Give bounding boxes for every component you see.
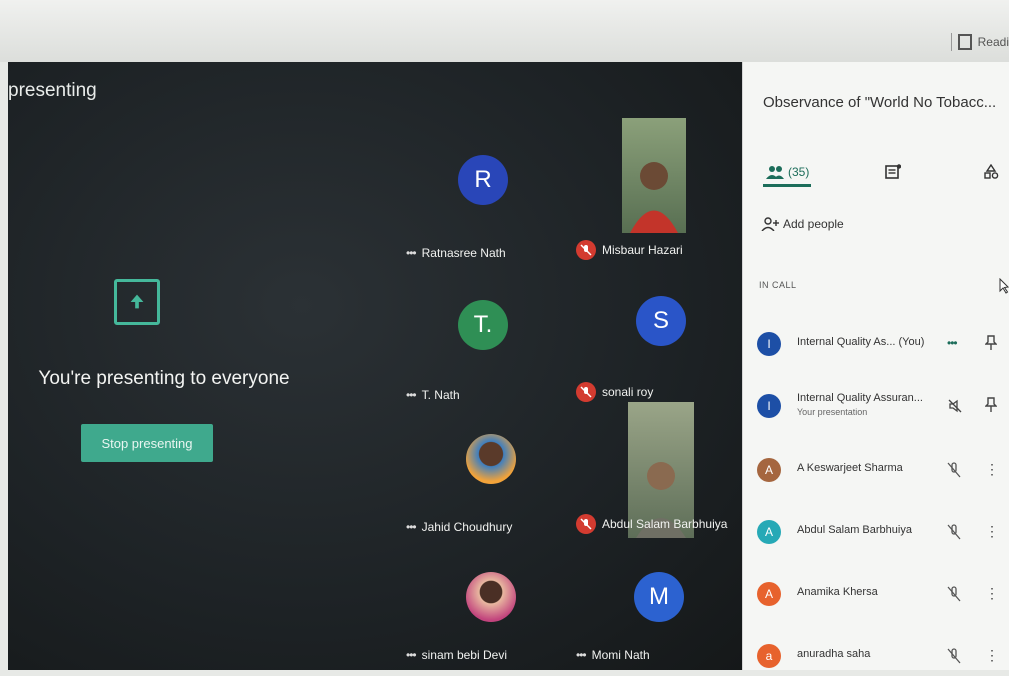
kebab-menu-icon[interactable]: ⋮ (985, 523, 999, 540)
participant-photo (466, 572, 516, 622)
more-options-icon[interactable]: ••• (406, 246, 417, 260)
participant-avatar: A (757, 458, 781, 482)
present-screen-icon (114, 279, 160, 325)
participant-name-row: Misbaur Hazari (576, 240, 683, 260)
kebab-menu-icon[interactable]: ⋮ (985, 647, 999, 664)
participant-video (622, 118, 686, 233)
participant-row[interactable]: I Internal Quality As... (You) ••• (757, 324, 1007, 364)
participant-tile[interactable]: T. ••• T. Nath (406, 294, 556, 402)
mic-off-icon (947, 462, 961, 478)
participant-name-row: ••• Jahid Choudhury (406, 520, 512, 534)
reader-label: Readi (977, 35, 1009, 49)
participant-row[interactable]: A Abdul Salam Barbhuiya ⋮ (757, 512, 1007, 552)
participant-name: Ratnasree Nath (421, 246, 506, 260)
participant-avatar: I (757, 332, 781, 356)
presenting-message: You're presenting to everyone (38, 368, 290, 389)
participant-name: T. Nath (421, 388, 460, 402)
more-options-icon[interactable]: ••• (947, 336, 958, 350)
tab-activities[interactable] (983, 152, 999, 192)
more-options-icon[interactable]: ••• (576, 648, 587, 662)
panel-tabs: (35) (743, 152, 1009, 192)
browser-toolbar: Readi (0, 0, 1009, 62)
participant-row[interactable]: I Internal Quality Assuran... Your prese… (757, 386, 1007, 426)
participant-name-row: Abdul Salam Barbhuiya (576, 514, 727, 534)
people-icon (766, 166, 784, 179)
chat-icon (885, 164, 901, 179)
participant-name-row: sonali roy (576, 382, 653, 402)
toolbar-divider (950, 33, 952, 51)
active-tab-indicator (763, 184, 811, 187)
participant-name: Jahid Choudhury (421, 520, 513, 534)
participant-tile[interactable]: ••• Jahid Choudhury (406, 426, 556, 534)
people-count: (35) (788, 165, 810, 179)
mic-off-icon (947, 648, 961, 664)
pin-icon[interactable] (985, 397, 997, 413)
participant-row[interactable]: a anuradha saha ⋮ (757, 636, 1007, 676)
participant-name: Internal Quality Assuran... (797, 392, 923, 404)
kebab-menu-icon[interactable]: ⋮ (985, 585, 999, 602)
participant-avatar: T. (458, 300, 508, 350)
participant-tile[interactable]: R ••• Ratnasree Nath (406, 152, 556, 260)
stop-presenting-button[interactable]: Stop presenting (81, 424, 213, 462)
participant-name-row: ••• Ratnasree Nath (406, 246, 506, 260)
more-options-icon[interactable]: ••• (406, 520, 417, 534)
participant-name: anuradha saha (797, 648, 871, 660)
participant-subtitle: Your presentation (797, 407, 868, 417)
participant-avatar: M (634, 572, 684, 622)
participant-avatar: A (757, 582, 781, 606)
add-person-icon (761, 217, 779, 231)
participant-row[interactable]: A Anamika Khersa ⋮ (757, 574, 1007, 614)
kebab-menu-icon[interactable]: ⋮ (985, 461, 999, 478)
pin-icon[interactable] (985, 335, 997, 351)
mouse-cursor-icon (999, 278, 1009, 294)
participant-avatar: I (757, 394, 781, 418)
side-panel: Observance of "World No Tobacc... (35) A… (742, 62, 1009, 670)
participant-avatar: S (636, 296, 686, 346)
meeting-stage: presenting You're presenting to everyone… (8, 62, 742, 670)
more-options-icon[interactable]: ••• (406, 648, 417, 662)
presenting-title: presenting (8, 80, 97, 101)
participant-avatar: R (458, 155, 508, 205)
participant-name: Misbaur Hazari (602, 243, 683, 257)
participant-name: Abdul Salam Barbhuiya (797, 524, 912, 536)
participant-name: Momi Nath (591, 648, 650, 662)
mic-off-icon (576, 382, 596, 402)
reader-icon (957, 34, 972, 50)
mic-off-icon (947, 586, 961, 602)
participant-tile[interactable]: M ••• Momi Nath (576, 554, 726, 662)
in-call-heading: IN CALL (759, 280, 797, 290)
participant-avatar: A (757, 520, 781, 544)
participant-tile[interactable]: Misbaur Hazari (576, 118, 726, 260)
participant-name-row: ••• sinam bebi Devi (406, 648, 507, 662)
mic-off-icon (576, 514, 596, 534)
add-people-label: Add people (783, 217, 844, 231)
reader-view-button[interactable]: Readi (950, 30, 1009, 54)
mic-off-icon (576, 240, 596, 260)
participant-name: sinam bebi Devi (421, 648, 507, 662)
participant-tile[interactable]: Abdul Salam Barbhuiya (576, 402, 727, 538)
presentation-audio-off-icon[interactable] (947, 398, 963, 414)
add-people-button[interactable]: Add people (761, 217, 844, 231)
tab-people[interactable]: (35) (763, 152, 811, 192)
participant-name: A Keswarjeet Sharma (797, 462, 903, 474)
meeting-title: Observance of "World No Tobacc... (763, 94, 997, 111)
more-options-icon[interactable]: ••• (406, 388, 417, 402)
mic-off-icon (947, 524, 961, 540)
participant-name: Abdul Salam Barbhuiya (602, 517, 728, 531)
participant-avatar: a (757, 644, 781, 668)
activities-icon (984, 164, 999, 179)
participant-name: sonali roy (602, 385, 654, 399)
participant-name-row: ••• Momi Nath (576, 648, 650, 662)
participant-name-row: ••• T. Nath (406, 388, 460, 402)
participant-name: Anamika Khersa (797, 586, 878, 598)
participant-photo (466, 434, 516, 484)
participant-name: Internal Quality As... (You) (797, 336, 925, 348)
participant-tile[interactable]: S sonali roy (576, 294, 726, 402)
tab-chat[interactable] (885, 152, 901, 192)
participant-row[interactable]: A A Keswarjeet Sharma ⋮ (757, 450, 1007, 490)
participant-tile[interactable]: ••• sinam bebi Devi (406, 554, 556, 662)
